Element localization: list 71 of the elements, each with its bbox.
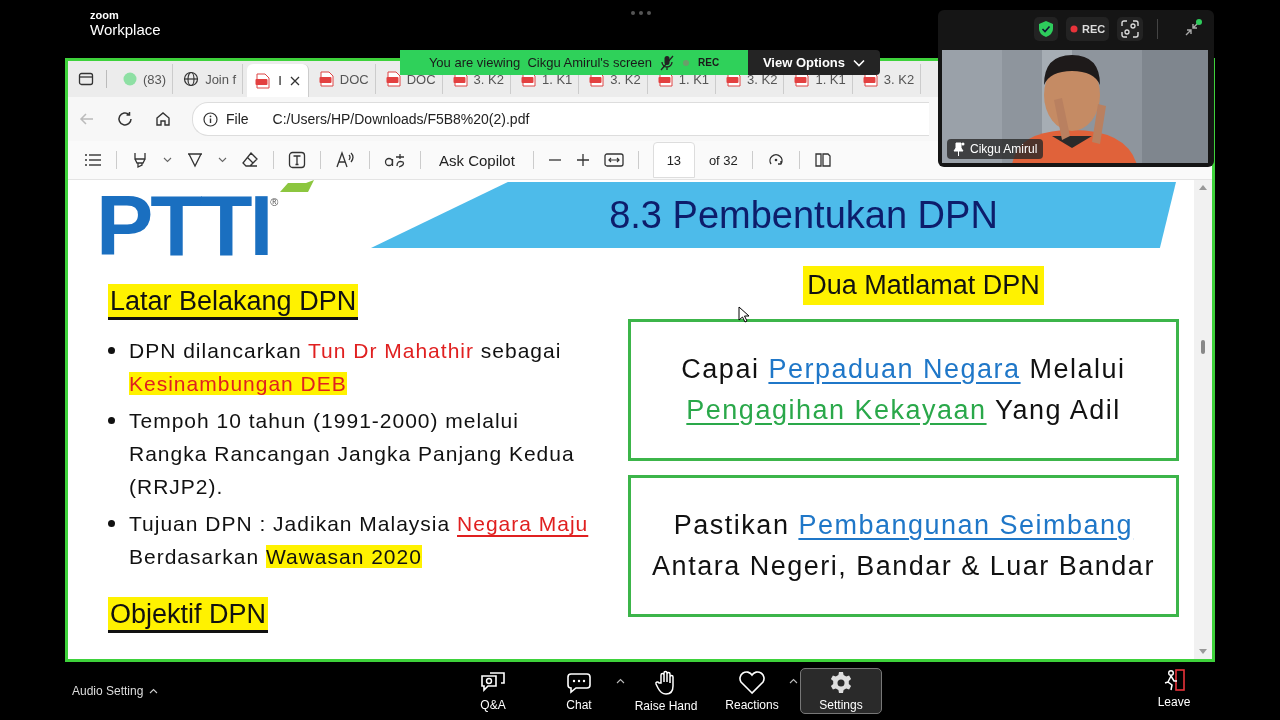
caret-icon[interactable] bbox=[616, 678, 625, 684]
question-chat-icon bbox=[480, 670, 506, 695]
participant-name: Cikgu Amirul bbox=[970, 142, 1038, 156]
close-icon[interactable] bbox=[289, 75, 300, 86]
bullet-text: Tempoh 10 tahun (1991-2000) melalui Rangka Rancangan Jangka Panjang Kedua (RRJP2). bbox=[129, 408, 576, 500]
contents-icon[interactable] bbox=[84, 153, 102, 167]
audio-setting-button[interactable]: Audio Setting bbox=[72, 684, 159, 698]
exit-icon bbox=[1162, 668, 1186, 692]
section-heading: Dua Matlamat DPN bbox=[803, 266, 1044, 305]
pdf-file-icon bbox=[255, 72, 271, 89]
bullet-text: DPN dilancarkan Tun Dr Mahathir sebagai Kesinambungan DEB bbox=[129, 338, 563, 397]
eraser-icon[interactable] bbox=[241, 151, 259, 169]
ptti-logo: PTTI bbox=[96, 186, 271, 264]
translate-icon[interactable] bbox=[384, 151, 406, 169]
browser-tab[interactable]: I bbox=[247, 64, 309, 97]
globe-icon bbox=[183, 71, 200, 87]
caret-icon bbox=[149, 688, 159, 694]
scrollbar-thumb[interactable] bbox=[1201, 340, 1205, 354]
zoom-in-icon[interactable] bbox=[575, 153, 590, 167]
bullet-icon bbox=[108, 347, 115, 354]
page-number-field[interactable]: 13 bbox=[652, 142, 695, 178]
address-field[interactable]: File C:/Users/HP/Downloads/F5B8%20(2).pdf bbox=[192, 102, 929, 136]
pdf-file-icon bbox=[318, 71, 334, 87]
page-count: of 32 bbox=[708, 152, 738, 168]
info-icon bbox=[203, 111, 218, 127]
product-name: Workplace bbox=[90, 21, 161, 39]
view-options-menu[interactable]: View Options bbox=[748, 50, 880, 75]
bullet-icon bbox=[108, 520, 115, 527]
caret-icon[interactable] bbox=[163, 157, 172, 163]
section-heading: Latar Belakang DPN bbox=[108, 284, 359, 320]
security-shield-icon[interactable] bbox=[1034, 16, 1058, 41]
chevron-icon bbox=[853, 58, 866, 67]
settings-icon bbox=[829, 670, 853, 695]
fit-width-icon[interactable] bbox=[603, 152, 624, 168]
browser-tab[interactable]: Join f bbox=[177, 64, 244, 94]
leave-button[interactable]: Leave bbox=[1150, 668, 1198, 709]
meeting-control-button[interactable]: Reactions bbox=[713, 668, 791, 714]
slide-title: 8.3 Pembentukan DPN bbox=[608, 193, 998, 237]
muted-mic-icon bbox=[660, 54, 674, 71]
recording-dot-icon bbox=[682, 58, 690, 67]
goal-text: Capai Perpaduan Negara Melalui Pengagihan Kekayaan Yang Adil bbox=[680, 353, 1127, 427]
sidebar-icon[interactable] bbox=[78, 71, 94, 87]
ask-copilot-button[interactable]: Ask Copilot bbox=[435, 151, 519, 169]
heart-icon bbox=[738, 670, 766, 695]
meeting-control-button[interactable]: Chat bbox=[540, 668, 618, 714]
home-icon[interactable] bbox=[154, 110, 172, 128]
read-aloud-icon[interactable] bbox=[335, 151, 355, 169]
caret-icon[interactable] bbox=[789, 678, 798, 684]
more-icon[interactable] bbox=[630, 10, 652, 16]
refresh-icon[interactable] bbox=[116, 110, 134, 128]
meeting-control-button[interactable]: Q&A bbox=[454, 668, 532, 714]
mouse-cursor-icon bbox=[738, 306, 750, 323]
highlighter-icon[interactable] bbox=[131, 151, 149, 169]
meeting-control-button[interactable]: Raise Hand bbox=[627, 668, 705, 714]
registered-mark: ® bbox=[270, 196, 279, 208]
browser-tab[interactable]: DOC bbox=[312, 64, 376, 94]
goal-text: Pastikan Pembangunan Seimbang Antara Negeri, Bandar & Luar Bandar bbox=[651, 509, 1156, 583]
text-box-icon[interactable] bbox=[288, 151, 306, 169]
two-page-icon[interactable] bbox=[813, 152, 832, 168]
pin-icon bbox=[953, 142, 965, 156]
caret-icon[interactable] bbox=[218, 157, 227, 163]
section-heading: Objektif DPN bbox=[108, 597, 269, 633]
recording-indicator[interactable]: REC bbox=[1066, 16, 1110, 41]
bullet-icon bbox=[108, 417, 115, 424]
browser-tab[interactable]: (83) bbox=[117, 64, 174, 94]
meeting-control-button[interactable]: Settings bbox=[800, 668, 882, 714]
pen-icon[interactable] bbox=[186, 151, 204, 169]
pdf-file-icon bbox=[385, 71, 401, 87]
bullet-text: Tujuan DPN : Jadikan Malaysia Negara Maju Berdasarkan Wawasan 2020 bbox=[129, 511, 590, 570]
focus-icon[interactable] bbox=[1117, 16, 1144, 41]
brand-name: zoom bbox=[90, 9, 120, 21]
